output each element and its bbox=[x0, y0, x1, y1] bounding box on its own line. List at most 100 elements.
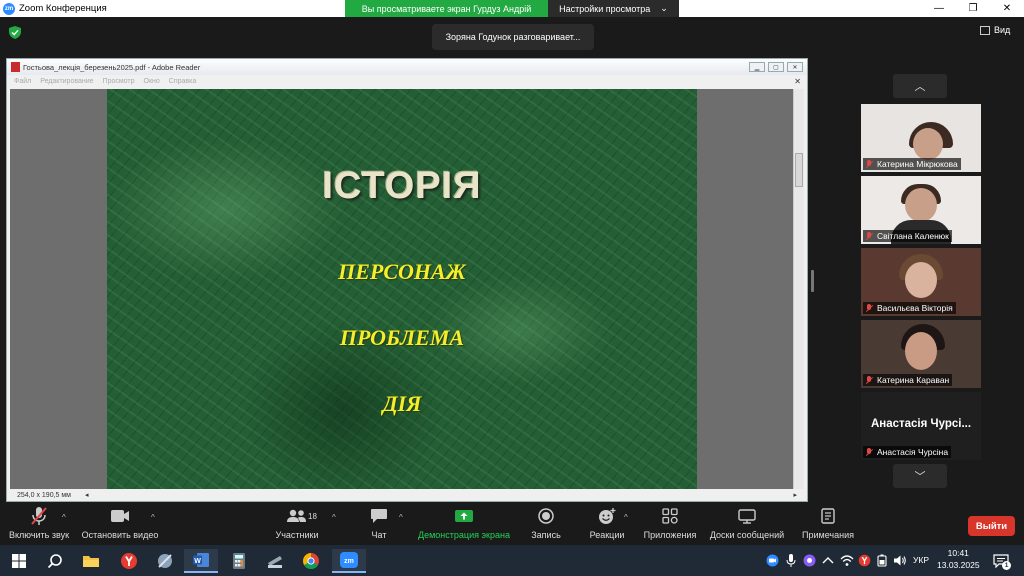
slide-item-problem: ПРОБЛЕМА bbox=[339, 325, 465, 350]
participant-display-name: Анастасія Чурсі... bbox=[870, 418, 972, 430]
yandex-browser-button[interactable] bbox=[112, 549, 146, 573]
menu-window[interactable]: Окно bbox=[144, 78, 160, 85]
document-close-icon[interactable]: ✕ bbox=[794, 77, 801, 86]
reader-window-title: Гостьова_лекція_березень2025.pdf - Adobe… bbox=[23, 62, 201, 72]
app-button-2[interactable] bbox=[258, 549, 292, 573]
leave-button[interactable]: Выйти bbox=[968, 516, 1015, 536]
reactions-button[interactable]: Реакции bbox=[586, 505, 628, 545]
record-button[interactable]: Запись bbox=[526, 505, 566, 545]
vertical-scrollbar[interactable] bbox=[793, 89, 804, 491]
participants-scroll-up-button[interactable]: ︿ bbox=[893, 74, 947, 98]
slide-title: ІСТОРІЯ bbox=[322, 165, 482, 207]
participant-nameplate: Катерина Мікрюкова bbox=[863, 158, 961, 170]
calculator-button[interactable] bbox=[222, 549, 256, 573]
participant-name: Васильєва Вікторія bbox=[877, 303, 953, 313]
zoom-tray-icon[interactable] bbox=[766, 554, 779, 567]
battery-icon[interactable] bbox=[876, 554, 888, 567]
panel-resize-handle[interactable] bbox=[811, 270, 814, 292]
unmute-button[interactable]: Включить звук bbox=[4, 505, 74, 545]
yandex-tray-icon[interactable] bbox=[858, 554, 871, 567]
video-tile[interactable]: Катерина Караван bbox=[861, 320, 981, 388]
participant-video-face bbox=[905, 262, 937, 298]
zoom-app-icon-text: zm bbox=[344, 558, 354, 565]
app-tray-icon[interactable] bbox=[803, 554, 816, 567]
stop-video-button[interactable]: Остановить видео bbox=[82, 505, 158, 545]
scroll-right-icon[interactable]: ▸ bbox=[793, 491, 797, 499]
chevron-up-tray-icon[interactable] bbox=[822, 556, 834, 565]
window-controls: — ❐ ✕ bbox=[922, 0, 1024, 17]
reader-status-bar: 254,0 x 190,5 мм ◂ ▸ bbox=[7, 489, 807, 501]
participant-name: Світлана Каленюк bbox=[877, 231, 949, 241]
video-tile[interactable]: Катерина Мікрюкова bbox=[861, 104, 981, 172]
apps-label: Приложения bbox=[643, 530, 697, 540]
reader-maximize-button[interactable]: ▢ bbox=[768, 62, 784, 72]
apps-button[interactable]: Приложения bbox=[640, 505, 700, 545]
reactions-options-caret-icon[interactable]: ^ bbox=[624, 513, 628, 522]
slide-item-character: ПЕРСОНАЖ bbox=[338, 259, 466, 284]
menu-help[interactable]: Справка bbox=[169, 78, 196, 85]
video-camera-icon bbox=[111, 510, 129, 522]
view-button[interactable]: Вид bbox=[980, 25, 1010, 35]
participant-nameplate: Світлана Каленюк bbox=[863, 230, 952, 242]
chat-icon bbox=[371, 509, 387, 523]
menu-edit[interactable]: Редактирование bbox=[40, 78, 93, 85]
view-settings-button[interactable]: Настройки просмотра ⌄ bbox=[548, 0, 679, 17]
microphone-tray-icon[interactable] bbox=[786, 553, 796, 568]
menu-view[interactable]: Просмотр bbox=[103, 78, 135, 85]
file-explorer-button[interactable] bbox=[74, 549, 108, 573]
wifi-icon[interactable] bbox=[840, 554, 854, 567]
zoom-window: zm Zoom Конференция — ❐ ✕ Вы просматрива… bbox=[0, 0, 1024, 576]
meeting-toolbar: Включить звук ^ Остановить видео ^ Участ… bbox=[0, 505, 1024, 545]
encryption-shield-icon[interactable] bbox=[9, 26, 21, 39]
chrome-button[interactable] bbox=[294, 549, 328, 573]
reader-window-controls: ▁ ▢ ✕ bbox=[749, 62, 803, 72]
folder-icon bbox=[83, 556, 99, 567]
video-tile-no-video[interactable]: Анастасія Чурсі... Анастасія Чурсіна bbox=[861, 392, 981, 460]
app-title: Zoom Конференция bbox=[19, 3, 107, 14]
zoom-taskbar-button[interactable]: zm bbox=[332, 549, 366, 573]
app-button[interactable] bbox=[148, 549, 182, 573]
participants-options-caret-icon[interactable]: ^ bbox=[332, 513, 336, 522]
apps-icon bbox=[662, 508, 678, 524]
record-icon bbox=[538, 508, 554, 524]
mic-muted-icon bbox=[865, 447, 873, 457]
participant-name: Анастасія Чурсіна bbox=[877, 447, 949, 457]
minimize-button[interactable]: — bbox=[922, 0, 956, 17]
word-icon: W bbox=[193, 553, 209, 567]
search-button[interactable] bbox=[38, 549, 72, 573]
scrollbar-thumb[interactable] bbox=[795, 153, 803, 187]
restore-button[interactable]: ❐ bbox=[956, 0, 990, 17]
audio-options-caret-icon[interactable]: ^ bbox=[62, 513, 66, 522]
notes-button[interactable]: Примечания bbox=[798, 505, 858, 545]
start-button[interactable] bbox=[2, 549, 36, 573]
document-view[interactable]: ІСТОРІЯ ПЕРСОНАЖ ПРОБЛЕМА ДІЯ bbox=[10, 89, 795, 491]
notifications-button[interactable]: 1 bbox=[993, 554, 1011, 573]
chat-options-caret-icon[interactable]: ^ bbox=[399, 513, 403, 522]
whiteboards-button[interactable]: Доски сообщений bbox=[706, 505, 788, 545]
participants-button[interactable]: Участники bbox=[272, 505, 322, 545]
participant-video-face bbox=[913, 128, 943, 160]
participants-scroll-down-button[interactable]: ﹀ bbox=[893, 464, 947, 488]
video-tile[interactable]: Світлана Каленюк bbox=[861, 176, 981, 244]
scanner-icon bbox=[268, 556, 282, 568]
close-button[interactable]: ✕ bbox=[990, 0, 1024, 17]
participant-nameplate: Васильєва Вікторія bbox=[863, 302, 956, 314]
input-language[interactable]: УКР bbox=[913, 555, 929, 565]
notes-label: Примечания bbox=[802, 530, 854, 540]
video-options-caret-icon[interactable]: ^ bbox=[151, 513, 155, 522]
reader-close-button[interactable]: ✕ bbox=[787, 62, 803, 72]
clock[interactable]: 10:41 13.03.2025 bbox=[937, 547, 980, 571]
chevron-down-icon: ⌄ bbox=[660, 3, 668, 13]
clock-date: 13.03.2025 bbox=[937, 560, 980, 570]
word-button[interactable]: W bbox=[184, 549, 218, 573]
mic-off-icon bbox=[31, 507, 47, 525]
video-tile[interactable]: Васильєва Вікторія bbox=[861, 248, 981, 316]
stop-video-label: Остановить видео bbox=[81, 530, 159, 540]
volume-icon[interactable] bbox=[893, 554, 907, 567]
scroll-left-icon[interactable]: ◂ bbox=[85, 491, 89, 499]
chat-button[interactable]: Чат bbox=[362, 505, 396, 545]
participants-count: 18 bbox=[308, 512, 317, 521]
reader-minimize-button[interactable]: ▁ bbox=[749, 62, 765, 72]
share-screen-button[interactable]: Демонстрация экрана bbox=[416, 505, 512, 545]
menu-file[interactable]: Файл bbox=[14, 78, 31, 85]
